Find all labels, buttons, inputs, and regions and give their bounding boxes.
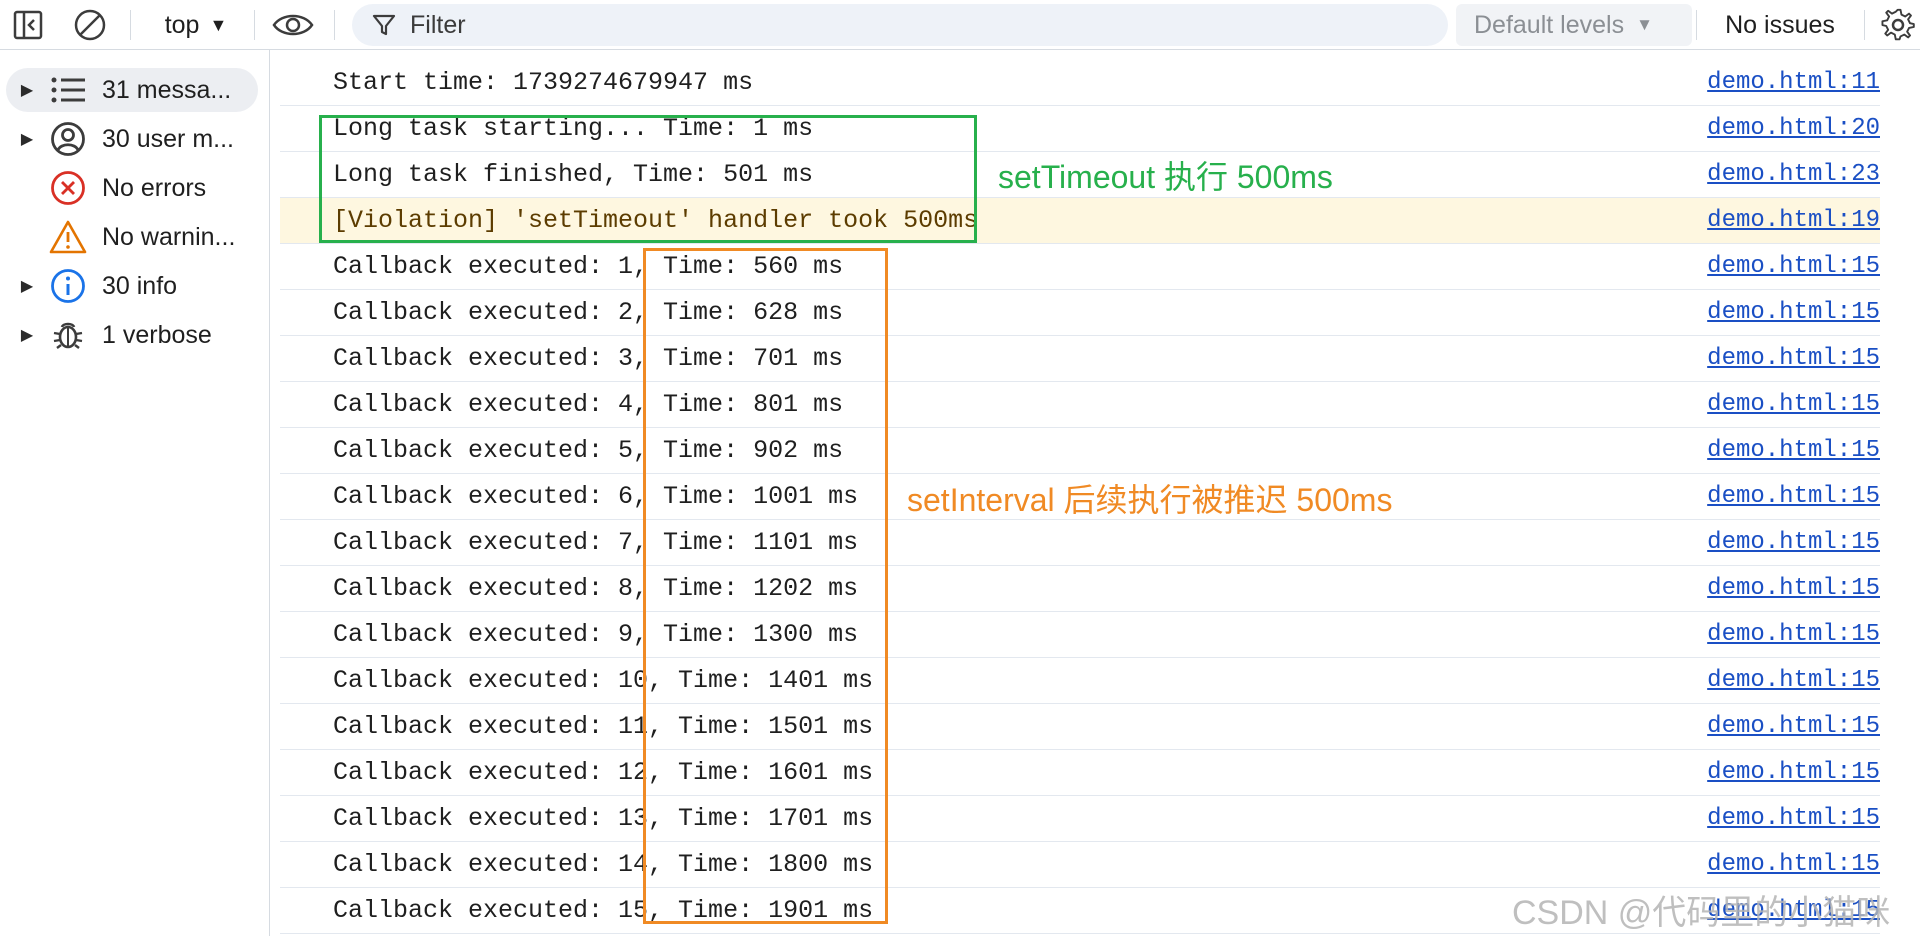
context-label: top <box>164 10 200 39</box>
context-selector[interactable]: top ▼ <box>156 8 236 42</box>
source-link[interactable]: demo.html:15 <box>1707 520 1880 566</box>
sidebar-item-info[interactable]: ▶ 30 info <box>6 264 258 308</box>
console-log-row: Callback executed: 7, Time: 1101 ms demo.… <box>280 520 1880 566</box>
info-icon <box>48 266 88 306</box>
error-icon <box>48 168 88 208</box>
source-link[interactable]: demo.html:15 <box>1707 428 1880 474</box>
toggle-sidebar-button[interactable] <box>10 8 46 42</box>
interval-highlight-box <box>643 248 888 924</box>
console-toolbar: top ▼ Default levels ▼ No issues <box>0 0 1920 50</box>
source-link[interactable]: demo.html:11 <box>1707 60 1880 106</box>
console-log-row: Callback executed: 10, Time: 1401 ms demo… <box>280 658 1880 704</box>
console-log-row: Callback executed: 13, Time: 1701 ms demo… <box>280 796 1880 842</box>
console-sidebar: ▶ 31 messa... ▶ 30 user m... ▶ No errors… <box>0 50 270 936</box>
sidebar-item-user-messages[interactable]: ▶ 30 user m... <box>6 117 258 161</box>
toolbar-divider <box>1696 10 1697 40</box>
expand-arrow-icon[interactable]: ▶ <box>18 80 36 100</box>
sidebar-toggle-icon <box>13 10 43 40</box>
sidebar-item-warnings[interactable]: ▶ No warnin... <box>6 215 258 259</box>
sidebar-item-label: No errors <box>102 173 207 202</box>
toolbar-divider <box>334 10 335 40</box>
source-link[interactable]: demo.html:15 <box>1707 796 1880 842</box>
source-link[interactable]: demo.html:20 <box>1707 106 1880 152</box>
log-levels-dropdown[interactable]: Default levels ▼ <box>1456 4 1692 46</box>
log-levels-label: Default levels <box>1474 10 1625 39</box>
source-link[interactable]: demo.html:15 <box>1707 612 1880 658</box>
warning-icon <box>48 217 88 257</box>
expand-arrow-icon[interactable]: ▶ <box>18 276 36 296</box>
timeout-highlight-box <box>319 115 977 243</box>
source-link[interactable]: demo.html:15 <box>1707 704 1880 750</box>
sidebar-item-messages[interactable]: ▶ 31 messa... <box>6 68 258 112</box>
console-log-row: Callback executed: 5, Time: 902 ms demo.h… <box>280 428 1880 474</box>
console-log-row: Callback executed: 8, Time: 1202 ms demo.… <box>280 566 1880 612</box>
issues-label: No issues <box>1725 10 1835 39</box>
source-link[interactable]: demo.html:15 <box>1707 566 1880 612</box>
clear-icon <box>74 9 106 41</box>
user-icon <box>48 119 88 159</box>
source-link[interactable]: demo.html:15 <box>1707 658 1880 704</box>
clear-console-button[interactable] <box>72 8 108 42</box>
source-link[interactable]: demo.html:15 <box>1707 336 1880 382</box>
toolbar-divider <box>1864 10 1865 40</box>
console-log-row: Callback executed: 14, Time: 1800 ms demo… <box>280 842 1880 888</box>
expand-arrow-icon[interactable]: ▶ <box>18 325 36 345</box>
bug-icon <box>48 315 88 355</box>
timeout-annotation: setTimeout 执行 500ms <box>998 159 1333 195</box>
sidebar-item-label: No warnin... <box>102 222 236 251</box>
console-log-row: Callback executed: 1, Time: 560 ms demo.h… <box>280 244 1880 290</box>
console-log-row: Callback executed: 3, Time: 701 ms demo.h… <box>280 336 1880 382</box>
source-link[interactable]: demo.html:15 <box>1707 244 1880 290</box>
sidebar-item-label: 30 info <box>102 271 178 300</box>
toolbar-divider <box>130 10 131 40</box>
live-expression-button[interactable] <box>272 8 314 42</box>
eye-icon <box>272 14 314 36</box>
console-settings-button[interactable] <box>1880 8 1916 42</box>
source-link[interactable]: demo.html:15 <box>1707 842 1880 888</box>
expand-arrow-icon[interactable]: ▶ <box>18 129 36 149</box>
console-log-row: Callback executed: 11, Time: 1501 ms demo… <box>280 704 1880 750</box>
dropdown-arrow-icon: ▼ <box>1636 15 1653 34</box>
source-link[interactable]: demo.html:15 <box>1707 750 1880 796</box>
list-icon <box>48 70 88 110</box>
source-link[interactable]: demo.html:15 <box>1707 382 1880 428</box>
toolbar-divider <box>254 10 255 40</box>
filter-input[interactable] <box>408 9 1312 41</box>
console-log-row: Callback executed: 4, Time: 801 ms demo.h… <box>280 382 1880 428</box>
sidebar-item-errors[interactable]: ▶ No errors <box>6 166 258 210</box>
console-message-text: Start time: 1739274679947 ms <box>333 68 754 97</box>
console-log-row: Callback executed: 2, Time: 628 ms demo.h… <box>280 290 1880 336</box>
issues-button[interactable]: No issues <box>1710 8 1850 42</box>
source-link[interactable]: demo.html:15 <box>1707 474 1880 520</box>
interval-annotation: setInterval 后续执行被推迟 500ms <box>907 482 1393 518</box>
sidebar-item-label: 31 messa... <box>102 75 232 104</box>
watermark: CSDN @代码里的小猫咪 <box>1512 894 1891 932</box>
sidebar-item-verbose[interactable]: ▶ 1 verbose <box>6 313 258 357</box>
sidebar-item-label: 30 user m... <box>102 124 234 153</box>
source-link[interactable]: demo.html:23 <box>1707 152 1880 198</box>
console-log-row: Callback executed: 9, Time: 1300 ms demo.… <box>280 612 1880 658</box>
filter-icon <box>372 14 396 36</box>
gear-icon <box>1881 8 1915 41</box>
dropdown-arrow-icon: ▼ <box>209 14 228 35</box>
filter-box <box>352 4 1448 46</box>
console-log-row: Callback executed: 12, Time: 1601 ms demo… <box>280 750 1880 796</box>
console-log-row: Start time: 1739274679947 ms demo.html:11 <box>280 60 1880 106</box>
source-link[interactable]: demo.html:19 <box>1707 198 1880 244</box>
source-link[interactable]: demo.html:15 <box>1707 290 1880 336</box>
sidebar-item-label: 1 verbose <box>102 320 212 349</box>
